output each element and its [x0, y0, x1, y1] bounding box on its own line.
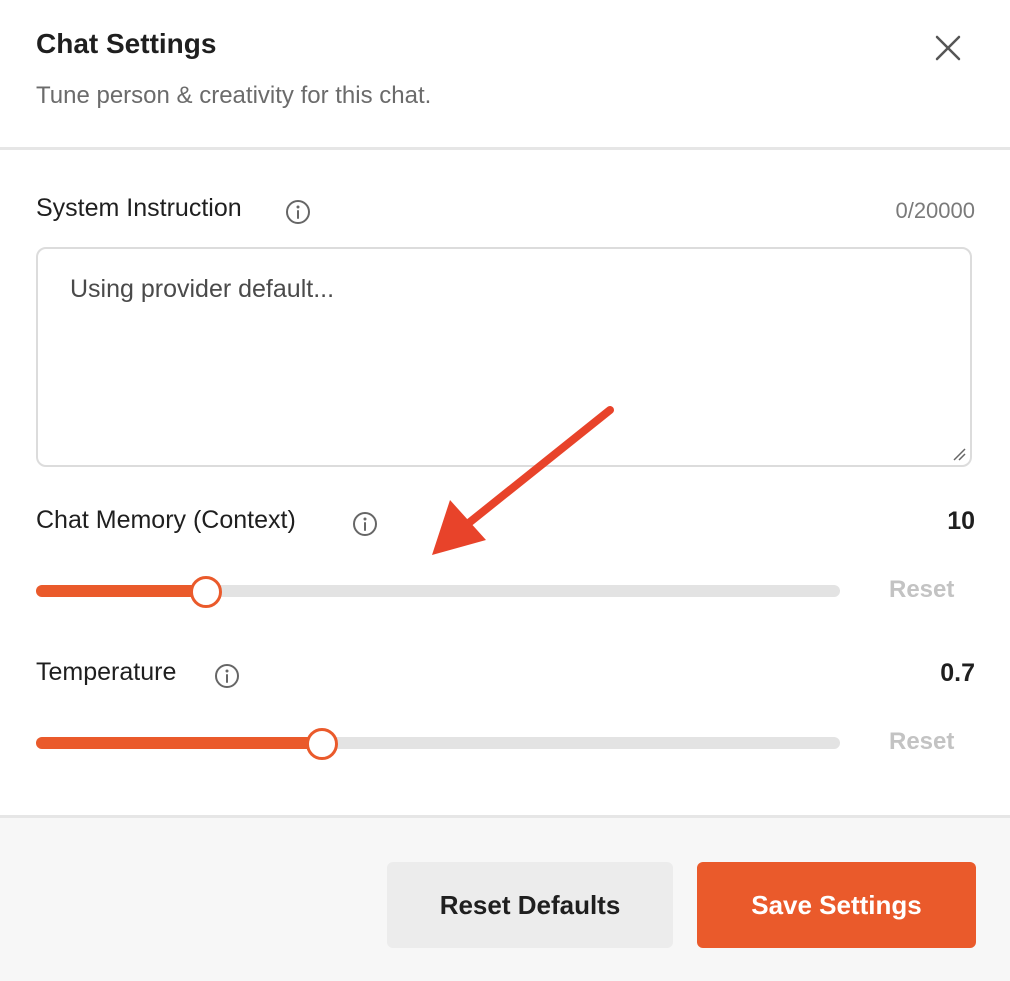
resize-grip-icon[interactable]: [952, 447, 966, 461]
header-divider: [0, 147, 1010, 150]
info-icon[interactable]: [214, 663, 240, 689]
dialog-header: Chat Settings Tune person & creativity f…: [0, 0, 1010, 148]
info-icon[interactable]: [352, 511, 378, 537]
chat-memory-value: 10: [947, 507, 975, 535]
dialog-title: Chat Settings: [36, 28, 217, 59]
chat-memory-slider[interactable]: [36, 576, 840, 608]
chat-memory-reset-button[interactable]: Reset: [889, 576, 954, 604]
slider-thumb[interactable]: [190, 576, 222, 608]
dialog-subtitle: Tune person & creativity for this chat.: [36, 82, 432, 109]
slider-fill: [36, 737, 321, 749]
close-icon: [935, 35, 961, 61]
save-settings-button[interactable]: Save Settings: [697, 862, 976, 948]
reset-defaults-button[interactable]: Reset Defaults: [387, 862, 673, 948]
dialog-footer: Reset Defaults Save Settings: [0, 815, 1010, 981]
chat-memory-label: Chat Memory (Context): [36, 506, 296, 534]
close-button[interactable]: [930, 30, 966, 66]
annotation-arrow: [432, 406, 614, 555]
temperature-label: Temperature: [36, 658, 177, 686]
slider-thumb[interactable]: [306, 728, 338, 760]
temperature-slider[interactable]: [36, 728, 840, 760]
slider-fill: [36, 585, 205, 597]
character-counter: 0/20000: [895, 198, 975, 223]
temperature-reset-button[interactable]: Reset: [889, 728, 954, 756]
temperature-value: 0.7: [940, 659, 975, 687]
textarea-placeholder: Using provider default...: [70, 275, 335, 303]
system-instruction-label: System Instruction: [36, 194, 242, 222]
info-icon[interactable]: [285, 199, 311, 225]
